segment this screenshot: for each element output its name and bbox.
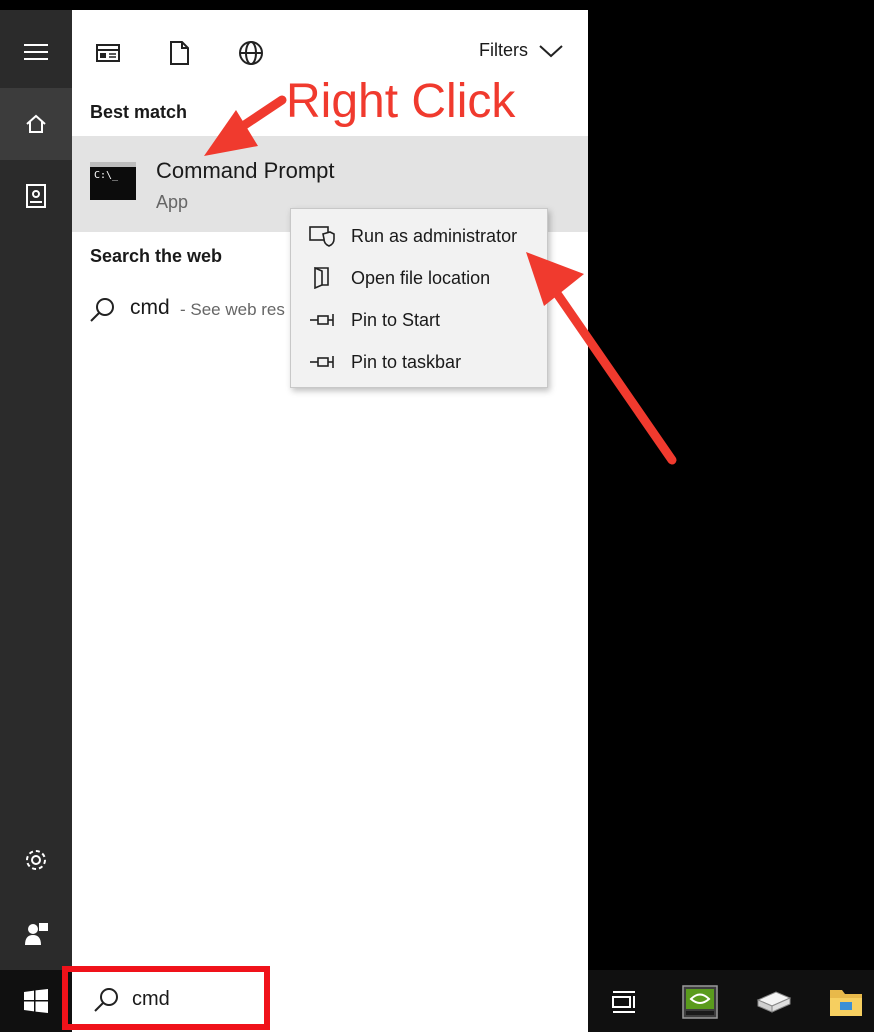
menu-item-label: Run as administrator — [351, 226, 518, 246]
drive-app-button[interactable] — [754, 982, 794, 1022]
menu-item-open-file-location[interactable]: Open file location — [291, 257, 547, 299]
file-explorer-button[interactable] — [826, 982, 866, 1022]
command-prompt-icon: C:\_ — [90, 162, 136, 200]
documents-button[interactable] — [0, 160, 72, 232]
home-button[interactable] — [0, 88, 72, 160]
folder-location-icon — [314, 267, 329, 289]
menu-item-pin-to-taskbar[interactable]: Pin to taskbar — [291, 341, 547, 383]
feedback-button[interactable] — [0, 898, 72, 970]
web-search-hint: - See web res — [180, 300, 285, 319]
web-filter-button[interactable] — [236, 38, 266, 68]
task-view-button[interactable] — [604, 982, 644, 1022]
task-view-icon — [612, 991, 635, 1013]
menu-item-label: Pin to taskbar — [351, 352, 462, 372]
start-left-rail — [0, 10, 72, 970]
shield-run-icon — [309, 226, 335, 247]
right-click-annotation: Right Click — [286, 75, 516, 128]
search-icon — [90, 298, 114, 322]
user-feedback-icon — [25, 923, 48, 945]
apps-filter-button[interactable] — [93, 38, 123, 68]
filters-label: Filters — [479, 40, 528, 60]
documents-icon — [26, 184, 46, 208]
apps-icon — [96, 44, 120, 62]
search-web-heading: Search the web — [90, 246, 223, 266]
nvidia-icon — [682, 985, 718, 1019]
pin-icon — [310, 356, 334, 368]
search-highlight-annotation — [62, 966, 270, 1030]
menu-item-pin-to-start[interactable]: Pin to Start — [291, 299, 547, 341]
filters-dropdown[interactable]: Filters — [479, 40, 564, 61]
web-search-query: cmd — [130, 296, 170, 319]
start-search-panel: Filters Best match C:\_ Command Prompt A… — [72, 10, 588, 970]
hamburger-menu-button[interactable] — [0, 16, 72, 88]
nvidia-app-button[interactable] — [680, 982, 720, 1022]
web-globe-icon — [239, 41, 263, 65]
best-match-subtitle: App — [156, 192, 189, 212]
pin-icon — [310, 314, 334, 326]
context-menu: Run as administrator Open file location … — [290, 208, 548, 388]
settings-gear-icon — [26, 850, 46, 870]
menu-item-label: Open file location — [351, 268, 491, 288]
menu-item-label: Pin to Start — [351, 310, 441, 330]
file-explorer-icon — [830, 990, 862, 1016]
document-icon — [170, 41, 189, 65]
home-icon — [26, 114, 46, 133]
windows-start-icon — [24, 989, 48, 1013]
drive-icon — [756, 991, 792, 1013]
menu-item-run-as-administrator[interactable]: Run as administrator — [291, 215, 547, 257]
settings-button[interactable] — [0, 824, 72, 896]
best-match-heading: Best match — [90, 102, 188, 122]
chevron-down-icon — [539, 44, 563, 57]
documents-filter-button[interactable] — [164, 38, 194, 68]
best-match-title: Command Prompt — [156, 158, 335, 183]
command-prompt-icon-text: C:\_ — [94, 170, 119, 181]
hamburger-menu-icon — [24, 44, 48, 60]
